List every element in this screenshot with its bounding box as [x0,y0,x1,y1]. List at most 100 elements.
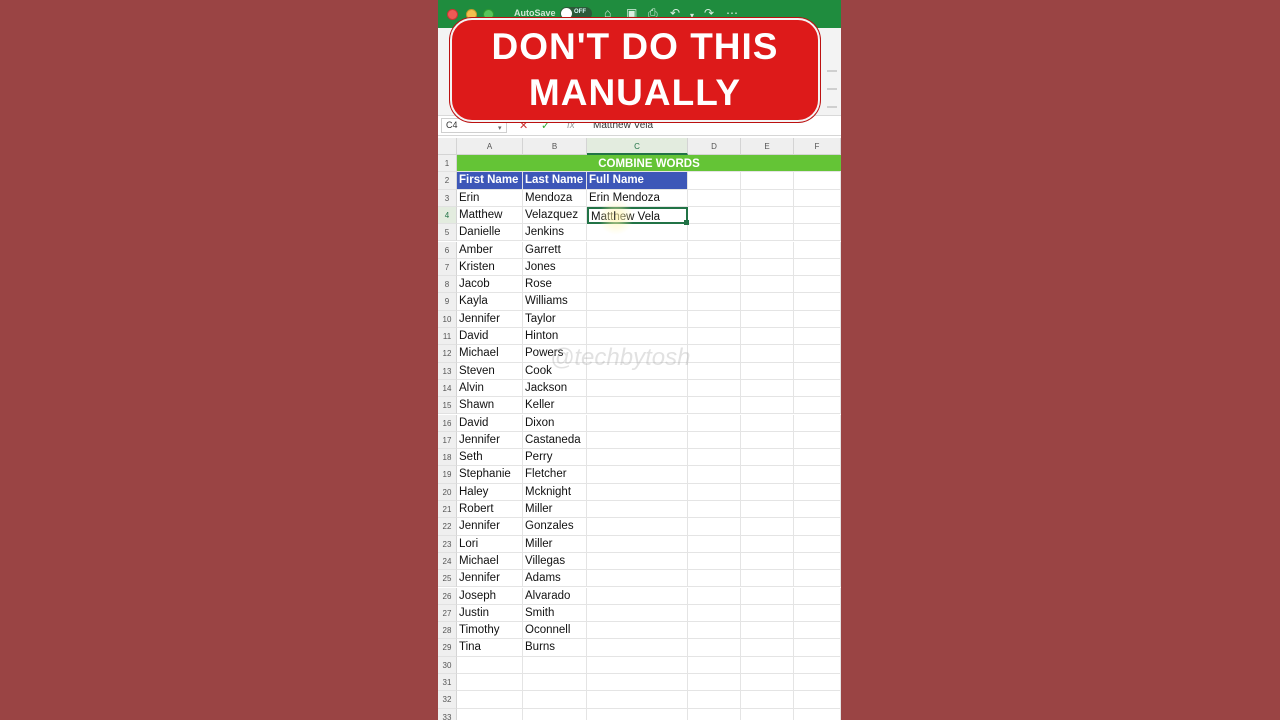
full-name-cell[interactable] [587,483,688,501]
full-name-cell[interactable] [587,639,688,657]
cell[interactable] [587,708,688,720]
cell[interactable] [794,622,841,640]
name-box-dropdown-icon[interactable]: ▾ [498,124,502,132]
sheet-title-cell[interactable]: COMBINE WORDS [457,155,841,173]
last-name-cell[interactable]: Perry [523,449,587,467]
last-name-cell[interactable]: Taylor [523,310,587,328]
first-name-cell[interactable]: Kristen [457,258,523,277]
row-header[interactable]: 4 [438,206,457,225]
cell[interactable] [794,501,841,519]
first-name-cell[interactable]: Jacob [457,276,523,294]
last-name-cell[interactable]: Jones [523,258,587,277]
cell[interactable] [794,345,841,363]
cell[interactable] [523,708,587,720]
full-name-cell[interactable] [587,466,688,484]
row-header[interactable]: 33 [438,708,457,720]
first-name-cell[interactable]: Amber [457,241,523,259]
last-name-cell[interactable]: Miller [523,501,587,519]
full-name-cell[interactable] [587,328,688,346]
row-header[interactable]: 11 [438,328,457,346]
last-name-cell[interactable]: Castaneda [523,431,587,450]
row-header[interactable]: 13 [438,362,457,380]
first-name-cell[interactable]: Matthew [457,206,523,225]
cell[interactable] [741,397,794,415]
cell[interactable] [688,570,741,588]
cell[interactable] [794,258,841,277]
cell[interactable] [688,224,741,242]
full-name-cell[interactable] [587,379,688,398]
full-name-cell[interactable] [587,535,688,553]
cell[interactable] [741,570,794,588]
column-header-a[interactable]: A [457,138,523,155]
cell[interactable] [794,639,841,657]
full-name-cell[interactable] [587,397,688,415]
cell[interactable] [794,518,841,536]
cell[interactable] [741,276,794,294]
column-header-d[interactable]: D [688,138,741,155]
cell[interactable] [688,414,741,432]
cell[interactable] [688,293,741,311]
cell[interactable] [688,172,741,190]
cell[interactable] [688,345,741,363]
first-name-cell[interactable]: Timothy [457,622,523,640]
cell[interactable] [688,310,741,328]
cell[interactable] [688,258,741,277]
cell[interactable] [794,604,841,623]
cell[interactable] [794,414,841,432]
cell[interactable] [794,535,841,553]
cell[interactable] [794,397,841,415]
cell[interactable] [741,293,794,311]
first-name-cell[interactable]: Shawn [457,397,523,415]
row-header[interactable]: 32 [438,691,457,709]
cell[interactable] [457,656,523,674]
row-header[interactable]: 17 [438,431,457,450]
row-header[interactable]: 1 [438,155,457,173]
full-name-cell[interactable] [587,293,688,311]
cell[interactable] [741,362,794,380]
cell[interactable] [794,241,841,259]
cell[interactable] [688,518,741,536]
cell[interactable] [741,414,794,432]
cell[interactable] [794,483,841,501]
cell[interactable] [688,535,741,553]
cell[interactable] [741,639,794,657]
row-header[interactable]: 14 [438,379,457,398]
cell[interactable] [741,206,794,225]
last-name-cell[interactable]: Rose [523,276,587,294]
first-name-cell[interactable]: Stephanie [457,466,523,484]
cell[interactable] [741,189,794,207]
last-name-cell[interactable]: Jackson [523,379,587,398]
last-name-cell[interactable]: Miller [523,535,587,553]
cell[interactable] [457,674,523,692]
cell[interactable] [523,656,587,674]
cell[interactable] [794,276,841,294]
row-header[interactable]: 29 [438,639,457,657]
row-header[interactable]: 23 [438,535,457,553]
cell[interactable] [523,674,587,692]
first-name-cell[interactable]: Jennifer [457,570,523,588]
cell[interactable] [741,552,794,571]
fill-handle[interactable] [684,220,689,226]
full-name-cell[interactable] [587,587,688,605]
cell[interactable] [741,345,794,363]
cell[interactable] [688,639,741,657]
cell[interactable] [688,206,741,225]
row-header[interactable]: 7 [438,258,457,277]
last-name-cell[interactable]: Fletcher [523,466,587,484]
cell[interactable] [688,674,741,692]
last-name-cell[interactable]: Williams [523,293,587,311]
full-name-cell[interactable] [587,241,688,259]
row-header[interactable]: 18 [438,449,457,467]
cell[interactable] [741,691,794,709]
cell[interactable] [688,379,741,398]
column-header-f[interactable]: F [794,138,841,155]
row-header[interactable]: 24 [438,552,457,571]
select-all-corner[interactable] [438,138,457,155]
last-name-cell[interactable]: Keller [523,397,587,415]
full-name-cell[interactable] [587,552,688,571]
cell[interactable] [741,172,794,190]
cell[interactable] [741,483,794,501]
row-header[interactable]: 21 [438,501,457,519]
cell[interactable] [794,224,841,242]
first-name-cell[interactable]: Kayla [457,293,523,311]
